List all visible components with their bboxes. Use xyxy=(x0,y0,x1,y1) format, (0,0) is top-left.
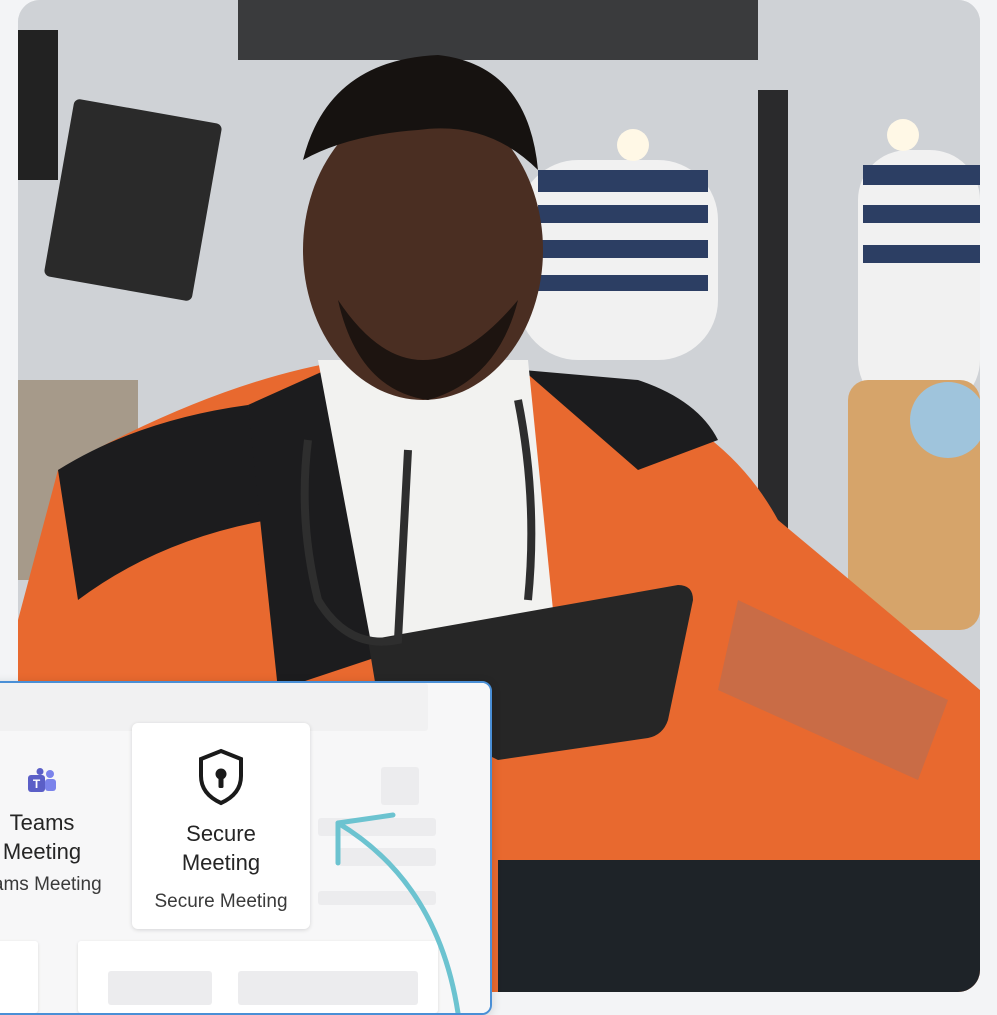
curved-arrow-icon xyxy=(335,812,461,1013)
panel-background: T Teams Meeting eams Meeting Secure Meet… xyxy=(0,683,490,1013)
meeting-options-panel: T Teams Meeting eams Meeting Secure Meet… xyxy=(0,681,492,1015)
